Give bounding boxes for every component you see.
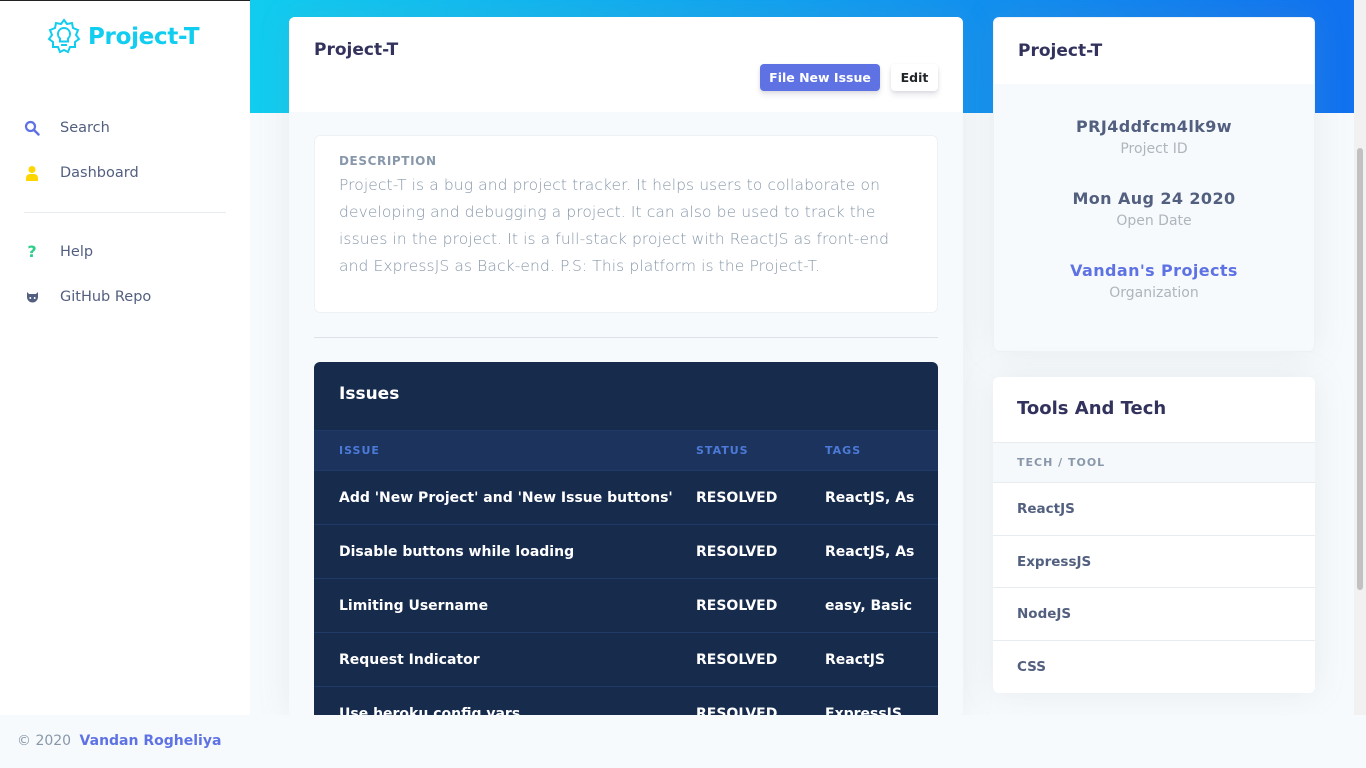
brand-name: Project-T	[88, 24, 200, 50]
issue-cell[interactable]: Add 'New Project' and 'New Issue buttons…	[314, 470, 696, 525]
sidebar: Project-T Search Dashboard ? Help GitHub…	[0, 0, 250, 715]
status-cell: RESOLVED	[696, 524, 825, 579]
tools-column-header: TECH / TOOL	[993, 443, 1315, 483]
sidebar-nav: Search Dashboard ? Help GitHub Repo	[0, 105, 250, 319]
file-new-issue-button[interactable]: File New Issue	[760, 64, 880, 91]
edit-button[interactable]: Edit	[891, 64, 938, 91]
footer: © 2020 Vandan Rogheliya	[0, 715, 1366, 768]
sidebar-item-label: Search	[60, 119, 110, 136]
sidebar-item-label: Dashboard	[60, 164, 139, 181]
status-cell: RESOLVED	[696, 578, 825, 633]
sidebar-item-help[interactable]: ? Help	[0, 229, 250, 274]
project-id-value: PRJ4ddfcm4lk9w	[1076, 117, 1232, 136]
project-id-stat: PRJ4ddfcm4lk9w Project ID	[994, 117, 1314, 157]
organization-stat: Vandan's Projects Organization	[994, 261, 1314, 301]
sidebar-divider	[24, 212, 226, 213]
open-date-value: Mon Aug 24 2020	[1072, 189, 1236, 208]
scrollbar-thumb[interactable]	[1357, 148, 1363, 590]
sidebar-item-label: GitHub Repo	[60, 288, 152, 305]
table-row[interactable]: Disable buttons while loading RESOLVED R…	[314, 524, 938, 579]
tools-card: Tools And Tech TECH / TOOL ReactJS Expre…	[993, 377, 1315, 693]
sidebar-item-label: Help	[60, 243, 94, 260]
status-cell: RESOLVED	[696, 470, 825, 525]
column-header-tags[interactable]: TAGS	[825, 430, 938, 471]
description-text: Project-T is a bug and project tracker. …	[339, 176, 890, 275]
project-title: Project-T	[314, 40, 399, 60]
table-row[interactable]: Request Indicator RESOLVED ReactJS	[314, 632, 938, 687]
issues-title: Issues	[339, 384, 400, 404]
status-cell: RESOLVED	[696, 632, 825, 687]
table-header-row: ISSUE STATUS TAGS	[314, 430, 938, 471]
copyright-text: © 2020	[17, 733, 72, 749]
divider	[314, 337, 938, 338]
tags-cell: ReactJS	[825, 632, 938, 687]
list-item: CSS	[1017, 658, 1046, 675]
table-row[interactable]: Limiting Username RESOLVED easy, Basic	[314, 578, 938, 633]
brand-logo[interactable]: Project-T	[45, 18, 200, 56]
issues-table: ISSUE STATUS TAGS Add 'New Project' and …	[314, 430, 938, 717]
organization-link[interactable]: Vandan's Projects	[994, 261, 1314, 280]
search-icon	[24, 120, 40, 136]
issue-cell[interactable]: Limiting Username	[314, 578, 696, 633]
list-item: NodeJS	[993, 588, 1315, 641]
project-card: Project-T File New Issue Edit DESCRIPTIO…	[289, 17, 963, 717]
table-row[interactable]: Use heroku config vars RESOLVED ExpressJ…	[314, 686, 938, 717]
page-scrollbar[interactable]	[1354, 0, 1366, 715]
open-date-stat: Mon Aug 24 2020 Open Date	[994, 189, 1314, 229]
open-date-label: Open Date	[1116, 213, 1192, 229]
project-card-header: Project-T File New Issue Edit	[289, 17, 963, 112]
description-box: DESCRIPTION Project-T is a bug and proje…	[314, 135, 938, 313]
project-info-card: Project-T PRJ4ddfcm4lk9w Project ID Mon …	[993, 17, 1315, 352]
tools-title: Tools And Tech	[993, 377, 1315, 443]
list-item: ReactJS	[993, 483, 1315, 536]
column-header-status[interactable]: STATUS	[696, 430, 825, 471]
info-title: Project-T	[994, 18, 1314, 84]
sidebar-item-search[interactable]: Search	[0, 105, 250, 150]
tags-cell: ReactJS, As	[825, 470, 938, 525]
organization-label: Organization	[1109, 285, 1199, 301]
issue-cell[interactable]: Use heroku config vars	[314, 686, 696, 717]
github-icon	[24, 289, 40, 305]
status-cell: RESOLVED	[696, 686, 825, 717]
tags-cell: ExpressJS,	[825, 686, 938, 717]
table-row[interactable]: Add 'New Project' and 'New Issue buttons…	[314, 470, 938, 525]
issue-cell[interactable]: Request Indicator	[314, 632, 696, 687]
project-id-label: Project ID	[1120, 141, 1188, 157]
question-icon: ?	[27, 242, 37, 261]
gear-bulb-icon	[47, 18, 81, 54]
tags-cell: easy, Basic	[825, 578, 938, 633]
issue-cell[interactable]: Disable buttons while loading	[314, 524, 696, 579]
author-link[interactable]: Vandan Rogheliya	[80, 733, 222, 749]
tags-cell: ReactJS, As	[825, 524, 938, 579]
issues-panel: Issues ISSUE STATUS TAGS Add 'New Projec…	[314, 362, 938, 717]
sidebar-item-github[interactable]: GitHub Repo	[0, 274, 250, 319]
list-item: ExpressJS	[993, 536, 1315, 588]
column-header-issue[interactable]: ISSUE	[314, 430, 696, 471]
sidebar-item-dashboard[interactable]: Dashboard	[0, 150, 250, 195]
user-icon	[24, 165, 40, 181]
description-label: DESCRIPTION	[339, 154, 437, 168]
